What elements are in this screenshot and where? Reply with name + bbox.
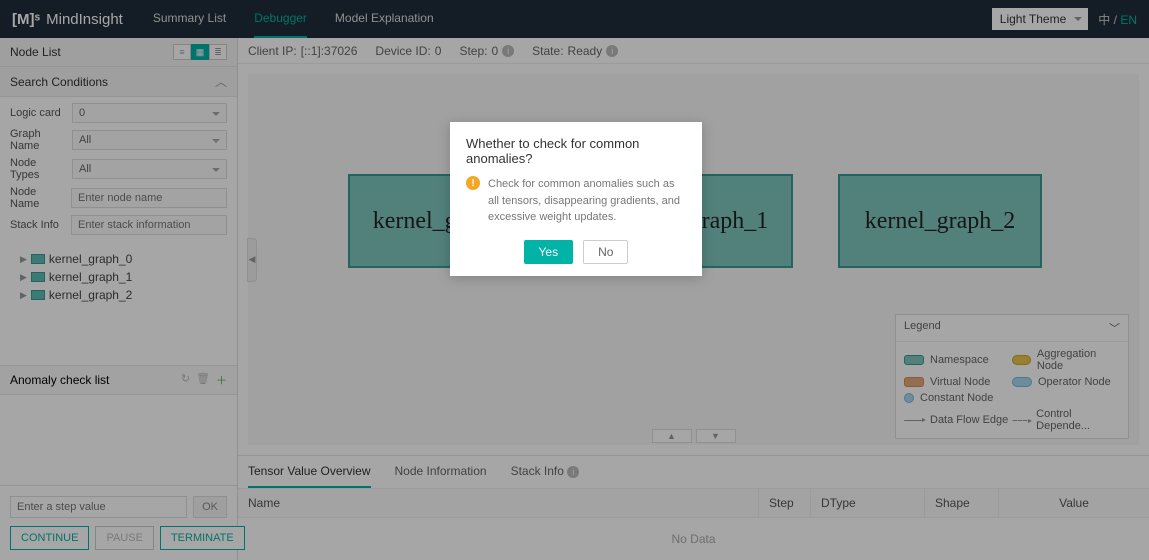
modal-title: Whether to check for common anomalies? (466, 136, 686, 166)
modal-actions: Yes No (466, 240, 686, 264)
modal-no-button[interactable]: No (583, 240, 628, 264)
modal-body: ! Check for common anomalies such as all… (466, 176, 686, 226)
modal-overlay[interactable] (0, 0, 1149, 560)
modal-message: Check for common anomalies such as all t… (488, 176, 686, 226)
anomaly-check-modal: Whether to check for common anomalies? !… (450, 122, 702, 276)
warning-icon: ! (466, 176, 480, 190)
modal-yes-button[interactable]: Yes (524, 240, 574, 264)
